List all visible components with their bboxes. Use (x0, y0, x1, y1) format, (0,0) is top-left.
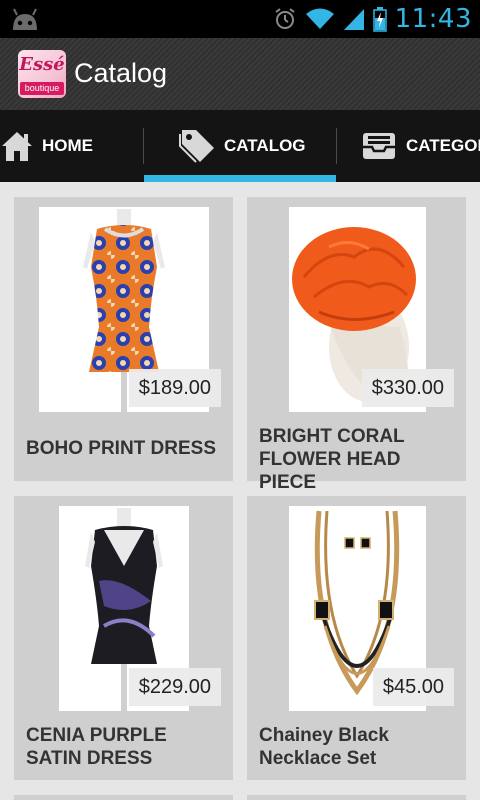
page-title: Catalog (74, 58, 168, 88)
tag-icon (179, 130, 214, 163)
clock: 11:43 (394, 4, 472, 34)
product-card[interactable]: $330.00 BRIGHT CORAL FLOWER HEAD PIECE (247, 197, 466, 493)
product-price: $45.00 (372, 668, 454, 706)
product-card[interactable]: $189.00 BOHO PRINT DRESS (14, 197, 233, 481)
tab-catalog[interactable]: CATALOG (178, 110, 306, 182)
app-logo[interactable]: Essé boutique (18, 50, 66, 98)
product-card[interactable]: $229.00 CENIA PURPLE SATIN DRESS (14, 496, 233, 780)
logo-bottom-text: boutique (20, 82, 64, 95)
product-name: BOHO PRINT DRESS (26, 438, 217, 459)
product-card[interactable] (247, 795, 466, 800)
tab-catalog-label: CATALOG (224, 136, 306, 155)
product-name: CENIA PURPLE SATIN DRESS (26, 725, 167, 769)
product-price: $229.00 (128, 668, 221, 706)
house-icon (2, 132, 32, 161)
tab-categories-label: CATEGOR (406, 136, 480, 155)
selected-tab-indicator (144, 175, 336, 182)
product-price: $330.00 (361, 369, 454, 407)
product-price: $189.00 (128, 369, 221, 407)
product-name: BRIGHT CORAL FLOWER HEAD PIECE (259, 426, 405, 493)
inbox-tray-icon (363, 133, 395, 159)
tab-divider (336, 128, 337, 164)
product-name: Chainey Black Necklace Set (259, 725, 389, 769)
product-card[interactable]: $45.00 Chainey Black Necklace Set (247, 496, 466, 780)
product-grid: $189.00 BOHO PRINT DRESS $330.00 BRIGHT … (0, 182, 480, 800)
tab-bar: HOME CATALOG CATEGOR (0, 110, 480, 182)
logo-top-text: Essé (19, 54, 65, 75)
android-icon (13, 8, 37, 30)
tab-home[interactable]: HOME (0, 110, 93, 182)
wifi-icon (305, 8, 334, 29)
action-bar: Essé boutique Catalog (0, 38, 480, 110)
alarm-icon (274, 8, 295, 29)
signal-icon (343, 9, 364, 30)
tab-categories[interactable]: CATEGOR (360, 110, 480, 182)
battery-charging-icon (372, 7, 387, 32)
status-bar: 11:43 (0, 0, 480, 38)
product-card[interactable] (14, 795, 233, 800)
tab-home-label: HOME (42, 136, 93, 155)
tab-divider (143, 128, 144, 164)
